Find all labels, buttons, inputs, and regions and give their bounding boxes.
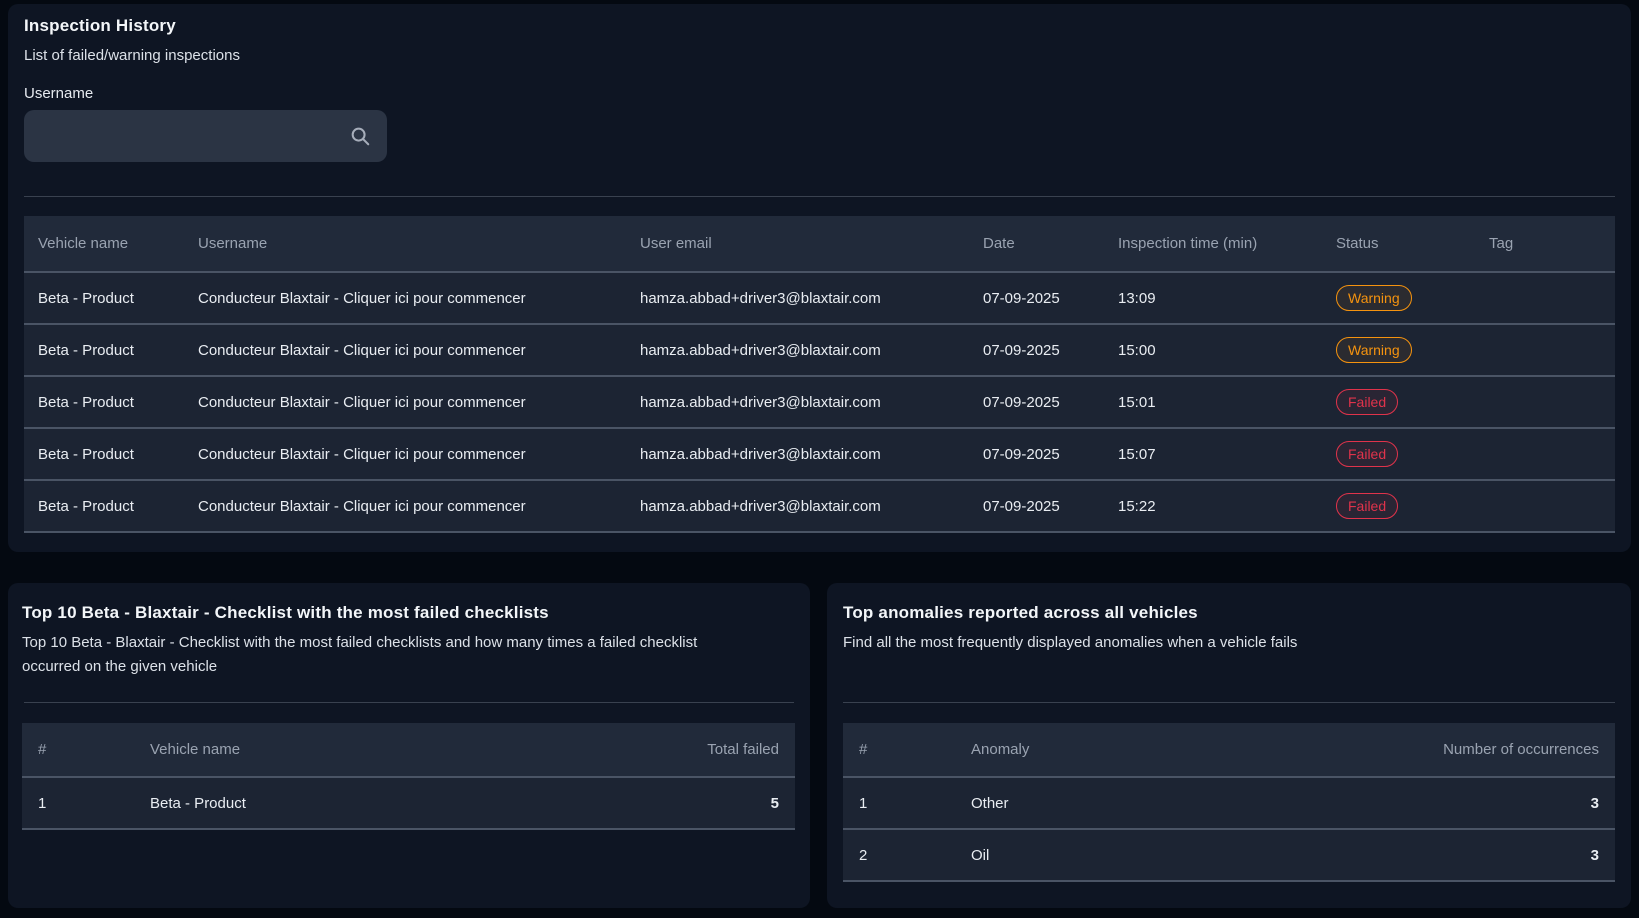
column-header-inspection-time[interactable]: Inspection time (min) <box>1104 235 1322 252</box>
inspection-history-panel: Inspection History List of failed/warnin… <box>8 4 1631 552</box>
cell-user-email: hamza.abbad+driver3@blaxtair.com <box>626 394 969 411</box>
username-label: Username <box>24 85 1615 102</box>
cell-vehicle-name: Beta - Product <box>24 394 184 411</box>
cell-rank: 2 <box>843 847 971 864</box>
cell-inspection-time: 15:01 <box>1104 394 1322 411</box>
table-row: Beta - Product Conducteur Blaxtair - Cli… <box>24 273 1615 325</box>
table-row: Beta - Product Conducteur Blaxtair - Cli… <box>24 481 1615 533</box>
table-header-row: # Vehicle name Total failed <box>22 723 795 778</box>
column-header-vehicle-name[interactable]: Vehicle name <box>24 235 184 252</box>
panel-title: Top 10 Beta - Blaxtair - Checklist with … <box>22 603 796 623</box>
status-badge-failed: Failed <box>1336 441 1398 467</box>
cell-date: 07-09-2025 <box>969 498 1104 515</box>
inspections-table: Vehicle name Username User email Date In… <box>24 216 1615 533</box>
table-row: 1 Beta - Product 5 <box>22 778 795 830</box>
panel-title: Top anomalies reported across all vehicl… <box>843 603 1615 623</box>
cell-vehicle-name: Beta - Product <box>150 795 585 812</box>
username-search-input[interactable] <box>24 110 349 162</box>
cell-vehicle-name: Beta - Product <box>24 290 184 307</box>
column-header-occurrences[interactable]: Number of occurrences <box>1405 741 1615 758</box>
cell-username: Conducteur Blaxtair - Cliquer ici pour c… <box>184 342 626 359</box>
status-badge-failed: Failed <box>1336 493 1398 519</box>
table-row: 1 Other 3 <box>843 778 1615 830</box>
column-header-total-failed[interactable]: Total failed <box>585 741 795 758</box>
search-icon <box>349 125 371 147</box>
cell-anomaly: Other <box>971 795 1405 812</box>
cell-username: Conducteur Blaxtair - Cliquer ici pour c… <box>184 394 626 411</box>
table-header-row: Vehicle name Username User email Date In… <box>24 216 1615 273</box>
cell-occurrences: 3 <box>1405 795 1615 812</box>
column-header-rank[interactable]: # <box>843 741 971 758</box>
top-failed-table: # Vehicle name Total failed 1 Beta - Pro… <box>22 723 795 830</box>
table-header-row: # Anomaly Number of occurrences <box>843 723 1615 778</box>
cell-username: Conducteur Blaxtair - Cliquer ici pour c… <box>184 290 626 307</box>
cell-username: Conducteur Blaxtair - Cliquer ici pour c… <box>184 446 626 463</box>
section-divider <box>24 196 1615 197</box>
cell-vehicle-name: Beta - Product <box>24 446 184 463</box>
username-search-box[interactable] <box>24 110 387 162</box>
cell-inspection-time: 15:00 <box>1104 342 1322 359</box>
column-header-vehicle-name[interactable]: Vehicle name <box>150 741 585 758</box>
cell-user-email: hamza.abbad+driver3@blaxtair.com <box>626 446 969 463</box>
panel-subtitle: Find all the most frequently displayed a… <box>843 631 1615 655</box>
column-header-user-email[interactable]: User email <box>626 235 969 252</box>
status-badge-warning: Warning <box>1336 337 1412 363</box>
column-header-username[interactable]: Username <box>184 235 626 252</box>
column-header-rank[interactable]: # <box>22 741 150 758</box>
top-anomalies-table: # Anomaly Number of occurrences 1 Other … <box>843 723 1615 882</box>
cell-anomaly: Oil <box>971 847 1405 864</box>
table-row: Beta - Product Conducteur Blaxtair - Cli… <box>24 429 1615 481</box>
table-row: Beta - Product Conducteur Blaxtair - Cli… <box>24 377 1615 429</box>
section-divider <box>843 702 1615 703</box>
cell-date: 07-09-2025 <box>969 394 1104 411</box>
cell-user-email: hamza.abbad+driver3@blaxtair.com <box>626 498 969 515</box>
column-header-anomaly[interactable]: Anomaly <box>971 741 1405 758</box>
panel-title: Inspection History <box>24 16 1615 36</box>
column-header-date[interactable]: Date <box>969 235 1104 252</box>
cell-occurrences: 3 <box>1405 847 1615 864</box>
column-header-status[interactable]: Status <box>1322 235 1475 252</box>
column-header-tag[interactable]: Tag <box>1475 235 1615 252</box>
cell-vehicle-name: Beta - Product <box>24 498 184 515</box>
status-badge-failed: Failed <box>1336 389 1398 415</box>
cell-inspection-time: 15:22 <box>1104 498 1322 515</box>
cell-inspection-time: 13:09 <box>1104 290 1322 307</box>
cell-total-failed: 5 <box>585 795 795 812</box>
cell-rank: 1 <box>843 795 971 812</box>
cell-username: Conducteur Blaxtair - Cliquer ici pour c… <box>184 498 626 515</box>
section-divider <box>24 702 794 703</box>
top-failed-checklists-panel: Top 10 Beta - Blaxtair - Checklist with … <box>8 583 810 908</box>
top-anomalies-panel: Top anomalies reported across all vehicl… <box>827 583 1631 908</box>
cell-inspection-time: 15:07 <box>1104 446 1322 463</box>
cell-date: 07-09-2025 <box>969 290 1104 307</box>
table-row: Beta - Product Conducteur Blaxtair - Cli… <box>24 325 1615 377</box>
cell-date: 07-09-2025 <box>969 446 1104 463</box>
table-row: 2 Oil 3 <box>843 830 1615 882</box>
status-badge-warning: Warning <box>1336 285 1412 311</box>
cell-rank: 1 <box>22 795 150 812</box>
cell-user-email: hamza.abbad+driver3@blaxtair.com <box>626 342 969 359</box>
cell-date: 07-09-2025 <box>969 342 1104 359</box>
panel-subtitle: List of failed/warning inspections <box>24 44 1615 68</box>
cell-user-email: hamza.abbad+driver3@blaxtair.com <box>626 290 969 307</box>
cell-vehicle-name: Beta - Product <box>24 342 184 359</box>
panel-subtitle: Top 10 Beta - Blaxtair - Checklist with … <box>22 631 732 679</box>
